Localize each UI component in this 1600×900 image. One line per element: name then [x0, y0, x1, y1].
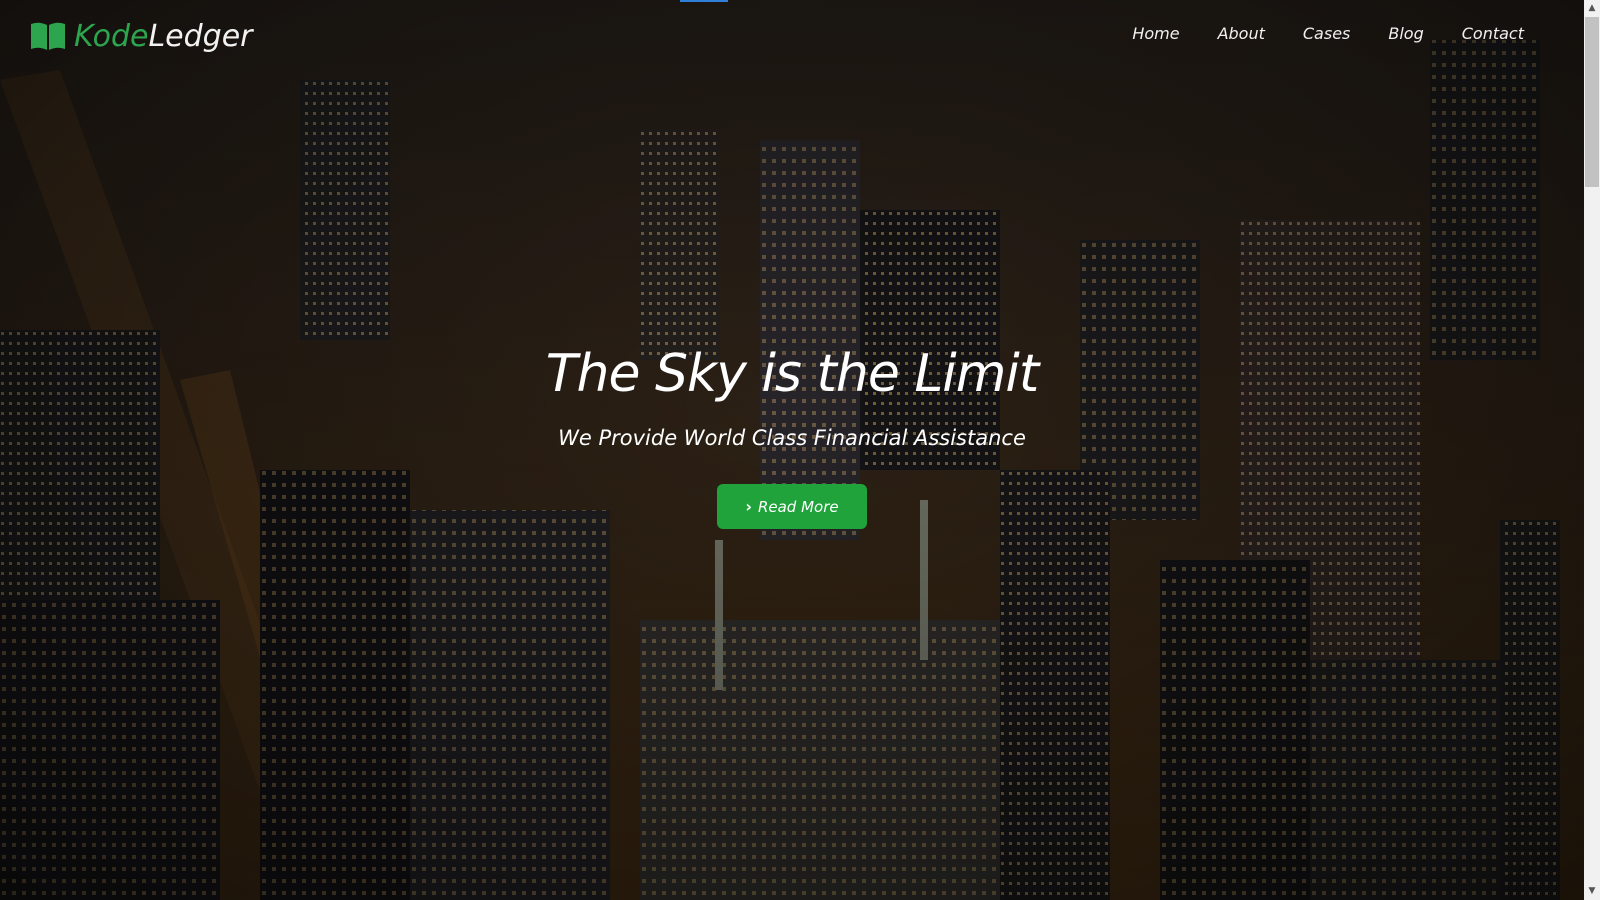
book-icon	[31, 22, 65, 50]
nav-item-cases[interactable]: Cases	[1303, 20, 1351, 47]
brand-name-part2: Ledger	[148, 18, 253, 54]
brand-name-part1: Kode	[74, 18, 149, 54]
nav-item-contact[interactable]: Contact	[1462, 20, 1524, 47]
top-navbar: Kode Ledger Home About Cases Blog Contact	[0, 0, 1584, 70]
scroll-up-arrow-icon[interactable]: ▲	[1584, 0, 1600, 17]
main-nav: Home About Cases Blog Contact	[1094, 20, 1524, 47]
chevron-right-icon: ›	[745, 497, 752, 516]
read-more-button[interactable]: › Read More	[717, 484, 867, 529]
scrollbar-thumb[interactable]	[1585, 17, 1599, 187]
read-more-label: Read More	[757, 497, 839, 516]
brand-logo-link[interactable]: Kode Ledger	[30, 14, 253, 58]
nav-item-blog[interactable]: Blog	[1388, 20, 1423, 47]
hero-content: The Sky is the Limit We Provide World Cl…	[0, 344, 1584, 529]
hero-title: The Sky is the Limit	[545, 344, 1040, 404]
nav-item-about[interactable]: About	[1218, 20, 1265, 47]
scroll-down-arrow-icon[interactable]: ▼	[1584, 883, 1600, 900]
loading-indicator	[680, 0, 728, 2]
nav-item-home[interactable]: Home	[1132, 20, 1179, 47]
hero-subtitle: We Provide World Class Financial Assista…	[558, 426, 1026, 450]
hero-section: Kode Ledger Home About Cases Blog Contact…	[0, 0, 1584, 900]
page-scrollbar[interactable]: ▲ ▼	[1584, 0, 1600, 900]
